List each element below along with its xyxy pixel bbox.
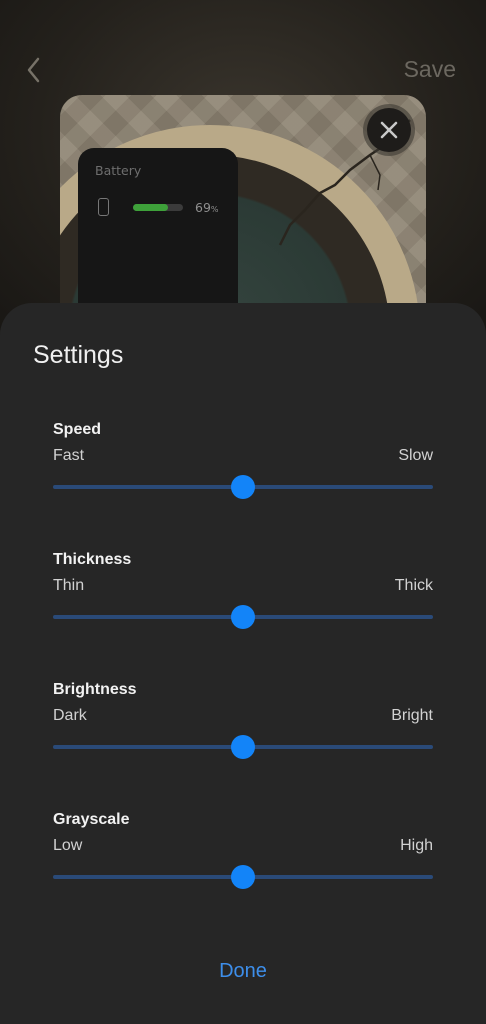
brightness-setting: Brightness Dark Bright	[53, 681, 433, 781]
speed-setting: Speed Fast Slow	[53, 421, 433, 521]
chevron-left-icon[interactable]	[22, 55, 48, 85]
setting-label: Speed	[53, 421, 102, 438]
battery-level-bar	[133, 204, 183, 211]
settings-bottom-sheet: Settings Speed Fast Slow Thickness Thin …	[0, 303, 486, 1024]
close-button[interactable]	[367, 108, 411, 152]
battery-percentage: 69%	[195, 200, 219, 215]
setting-max-label: High	[400, 837, 433, 854]
setting-min-label: Thin	[53, 577, 85, 594]
brightness-slider[interactable]	[53, 735, 433, 759]
setting-max-label: Bright	[391, 707, 433, 724]
setting-label: Thickness	[53, 551, 132, 568]
close-icon	[380, 121, 398, 139]
thickness-setting: Thickness Thin Thick	[53, 551, 433, 651]
background-preview-area: Save Battery 69%	[0, 0, 486, 348]
setting-min-label: Fast	[53, 447, 85, 464]
slider-thumb[interactable]	[231, 735, 255, 759]
grayscale-slider[interactable]	[53, 865, 433, 889]
setting-min-label: Low	[53, 837, 83, 854]
slider-thumb[interactable]	[231, 865, 255, 889]
setting-label: Grayscale	[53, 811, 130, 828]
save-button[interactable]: Save	[404, 56, 456, 83]
setting-label: Brightness	[53, 681, 137, 698]
battery-row: 69%	[98, 198, 228, 218]
slider-thumb[interactable]	[231, 605, 255, 629]
setting-min-label: Dark	[53, 707, 87, 724]
battery-level-fill	[133, 204, 168, 211]
sheet-title: Settings	[33, 341, 124, 369]
speed-slider[interactable]	[53, 475, 433, 499]
slider-thumb[interactable]	[231, 475, 255, 499]
grayscale-setting: Grayscale Low High	[53, 811, 433, 911]
setting-max-label: Slow	[398, 447, 433, 464]
done-button[interactable]: Done	[0, 960, 486, 983]
setting-max-label: Thick	[394, 577, 433, 594]
battery-widget-title: Battery	[95, 163, 142, 178]
phone-icon	[98, 198, 109, 216]
thickness-slider[interactable]	[53, 605, 433, 629]
